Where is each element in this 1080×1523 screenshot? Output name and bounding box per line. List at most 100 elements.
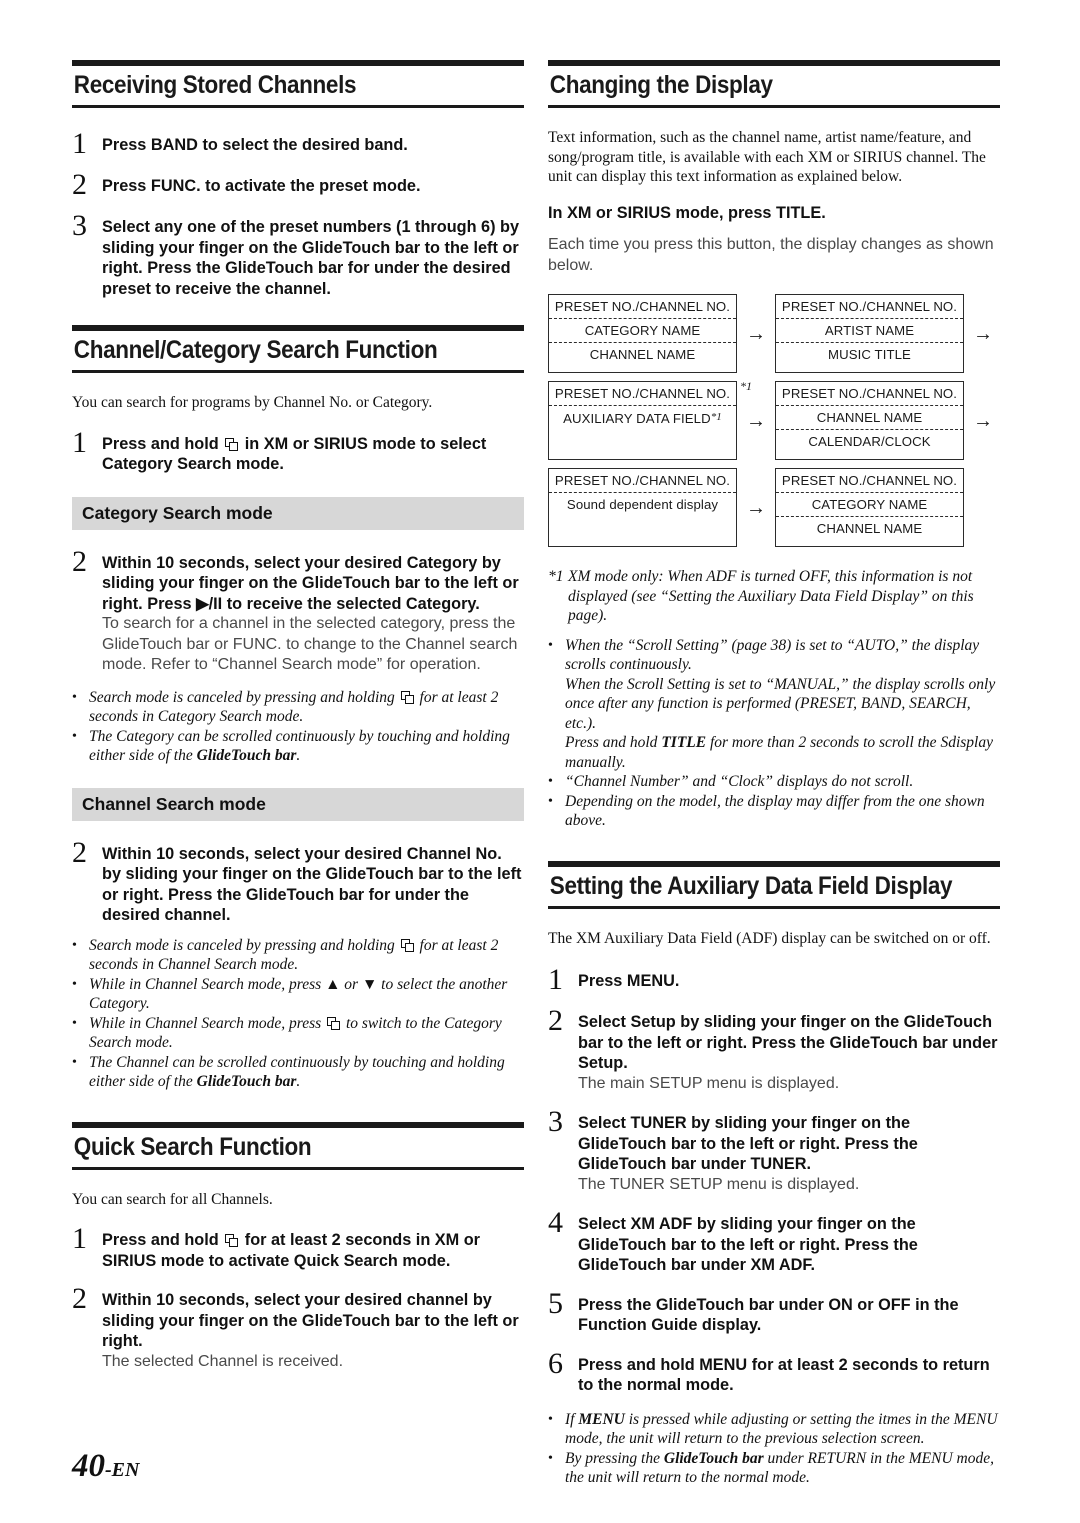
step-number: 2 — [72, 168, 87, 201]
display-line: CHANNEL NAME — [776, 516, 963, 540]
bullet-marker: • — [548, 1450, 553, 1466]
note-continuation-text: Press and hold TITLE for more than 2 sec… — [565, 734, 993, 771]
step-number: 1 — [548, 963, 563, 996]
note-item: • Search mode is canceled by pressing an… — [72, 688, 524, 727]
display-line: PRESET NO./CHANNEL NO. — [781, 473, 958, 488]
heading-rule-bottom — [72, 105, 524, 108]
section-heading-channel-category-search-function: Channel/Category Search Function — [72, 325, 524, 373]
bullet-marker: • — [548, 1411, 553, 1427]
display-line: PRESET NO./CHANNEL NO. — [554, 386, 731, 401]
step-text: Press MENU. — [578, 972, 680, 990]
step-item: 2 Within 10 seconds, select your desired… — [72, 837, 524, 926]
note-item: • While in Channel Search mode, press ▲ … — [72, 975, 524, 1014]
step-text: Select TUNER by sliding your finger on t… — [578, 1114, 918, 1173]
step-item: 5 Press the GlideTouch bar under ON or O… — [548, 1288, 1000, 1336]
step-text: Select any one of the preset numbers (1 … — [102, 218, 520, 298]
diagram-row: PRESET NO./CHANNEL NO. Sound dependent d… — [548, 468, 1000, 547]
step-body: Within 10 seconds, select your desired c… — [102, 1285, 524, 1372]
diagram-row: PRESET NO./CHANNEL NO. CATEGORY NAME CHA… — [548, 294, 1000, 373]
note-item: • When the “Scroll Setting” (page 38) is… — [548, 636, 1000, 675]
step-item: 1 Press and hold for at least 2 seconds … — [72, 1222, 524, 1271]
step-number: 2 — [548, 1004, 563, 1037]
step-item: 6 Press and hold MENU for at least 2 sec… — [548, 1346, 1000, 1396]
display-empty-area — [549, 516, 736, 546]
step-item: 4 Select XM ADF by sliding your finger o… — [548, 1206, 1000, 1276]
heading-rule-bottom — [72, 370, 524, 373]
step-number: 4 — [548, 1206, 563, 1239]
note-item: • By pressing the GlideTouch bar under R… — [548, 1449, 1000, 1488]
step-item: 1 Press MENU. — [548, 963, 1000, 996]
step-item: 3 Select any one of the preset numbers (… — [72, 209, 524, 299]
step-number: 3 — [72, 209, 87, 242]
diagram-cell: PRESET NO./CHANNEL NO. CATEGORY NAME CHA… — [548, 294, 737, 373]
step-subtext: The main SETUP menu is displayed. — [578, 1074, 840, 1092]
flow-arrow-icon: → — [973, 409, 993, 432]
step-body: Press the GlideTouch bar under ON or OFF… — [578, 1290, 1000, 1336]
step-item: 2 Press FUNC. to activate the preset mod… — [72, 168, 524, 201]
note-continuation-text: When the Scroll Setting is set to “MANUA… — [565, 675, 996, 732]
note-text: The Channel can be scrolled continuously… — [89, 1053, 505, 1091]
section-heading-text: Changing the Display — [549, 71, 773, 99]
bullet-marker: • — [72, 1054, 77, 1070]
display-state-box: PRESET NO./CHANNEL NO. CHANNEL NAME CALE… — [775, 381, 964, 460]
note-text: Search mode is canceled by pressing and … — [89, 936, 499, 974]
notes-list: • Search mode is canceled by pressing an… — [72, 936, 524, 1092]
heading-rule-top — [548, 60, 1000, 66]
display-flow-diagram: PRESET NO./CHANNEL NO. CATEGORY NAME CHA… — [548, 294, 1000, 547]
display-line: PRESET NO./CHANNEL NO. — [554, 473, 731, 488]
step-number: 6 — [548, 1346, 563, 1380]
note-item: • Search mode is canceled by pressing an… — [72, 936, 524, 975]
note-item: • The Channel can be scrolled continuous… — [72, 1053, 524, 1092]
display-line: ARTIST NAME — [776, 318, 963, 342]
step-number: 1 — [72, 1222, 87, 1255]
step-text: Press and hold for at least 2 seconds in… — [102, 1231, 481, 1270]
bullet-marker: • — [548, 774, 553, 789]
note-item: • Depending on the model, the display ma… — [548, 792, 1000, 831]
flow-arrow-icon: → — [973, 322, 993, 345]
page-number-footer: 40-EN — [72, 1448, 139, 1485]
step-text: Select Setup by sliding your finger on t… — [578, 1013, 998, 1072]
step-number: 3 — [548, 1105, 563, 1138]
step-body: Press FUNC. to activate the preset mode. — [102, 171, 524, 197]
diagram-cell: PRESET NO./CHANNEL NO. CHANNEL NAME CALE… — [775, 381, 964, 460]
bullet-marker: • — [72, 976, 77, 992]
section-heading-text: Receiving Stored Channels — [73, 71, 357, 99]
note-text: “Channel Number” and “Clock” displays do… — [565, 773, 914, 790]
display-line: CATEGORY NAME — [776, 492, 963, 516]
flow-arrow-icon: → — [746, 496, 766, 519]
step-text: Press the GlideTouch bar under ON or OFF… — [578, 1295, 959, 1335]
heading-rule-bottom — [72, 1166, 524, 1170]
flow-arrow-icon: → — [746, 322, 766, 345]
press-button-note: Each time you press this button, the dis… — [548, 236, 994, 274]
note-item: • If MENU is pressed while adjusting or … — [548, 1410, 1000, 1449]
step-body: Press BAND to select the desired band. — [102, 130, 524, 156]
step-subtext: The TUNER SETUP menu is displayed. — [578, 1175, 860, 1193]
note-text: While in Channel Search mode, press ▲ or… — [89, 975, 508, 1013]
step-subtext: To search for a channel in the selected … — [102, 615, 518, 673]
step-item: 2 Within 10 seconds, select your desired… — [72, 1284, 524, 1372]
footnote-marker: *1 — [548, 568, 564, 585]
subsection-heading-category-search-mode: Category Search mode — [72, 496, 524, 530]
step-item: 1 Press and hold in XM or SIRIUS mode to… — [72, 427, 524, 475]
step-body: Press MENU. — [578, 966, 1000, 992]
step-body: Select TUNER by sliding your finger on t… — [578, 1108, 1000, 1195]
section-intro-text: Text information, such as the channel na… — [548, 129, 986, 185]
heading-rule-top — [72, 60, 524, 66]
display-state-box: PRESET NO./CHANNEL NO. AUXILIARY DATA FI… — [548, 381, 737, 460]
step-text: Select XM ADF by sliding your finger on … — [578, 1215, 918, 1274]
section-intro-text: The XM Auxiliary Data Field (ADF) displa… — [548, 929, 991, 947]
note-text: By pressing the GlideTouch bar under RET… — [565, 1449, 994, 1487]
bullet-marker: • — [72, 728, 77, 744]
section-heading-changing-the-display: Changing the Display — [548, 60, 1000, 108]
step-body: Press and hold in XM or SIRIUS mode to s… — [102, 429, 524, 475]
left-column: Receiving Stored Channels 1 Press BAND t… — [72, 60, 524, 1372]
section-heading-text: Channel/Category Search Function — [73, 336, 438, 364]
step-text: Press FUNC. to activate the preset mode. — [102, 177, 421, 195]
step-number: 2 — [72, 544, 87, 578]
footnote-marker: *1 — [740, 379, 752, 393]
display-line: CHANNEL NAME — [549, 342, 736, 366]
diagram-cell: PRESET NO./CHANNEL NO. AUXILIARY DATA FI… — [548, 379, 752, 460]
step-subtext: The selected Channel is received. — [102, 1352, 344, 1370]
manual-page: Receiving Stored Channels 1 Press BAND t… — [0, 0, 1080, 1523]
heading-rule-top — [548, 860, 1000, 867]
